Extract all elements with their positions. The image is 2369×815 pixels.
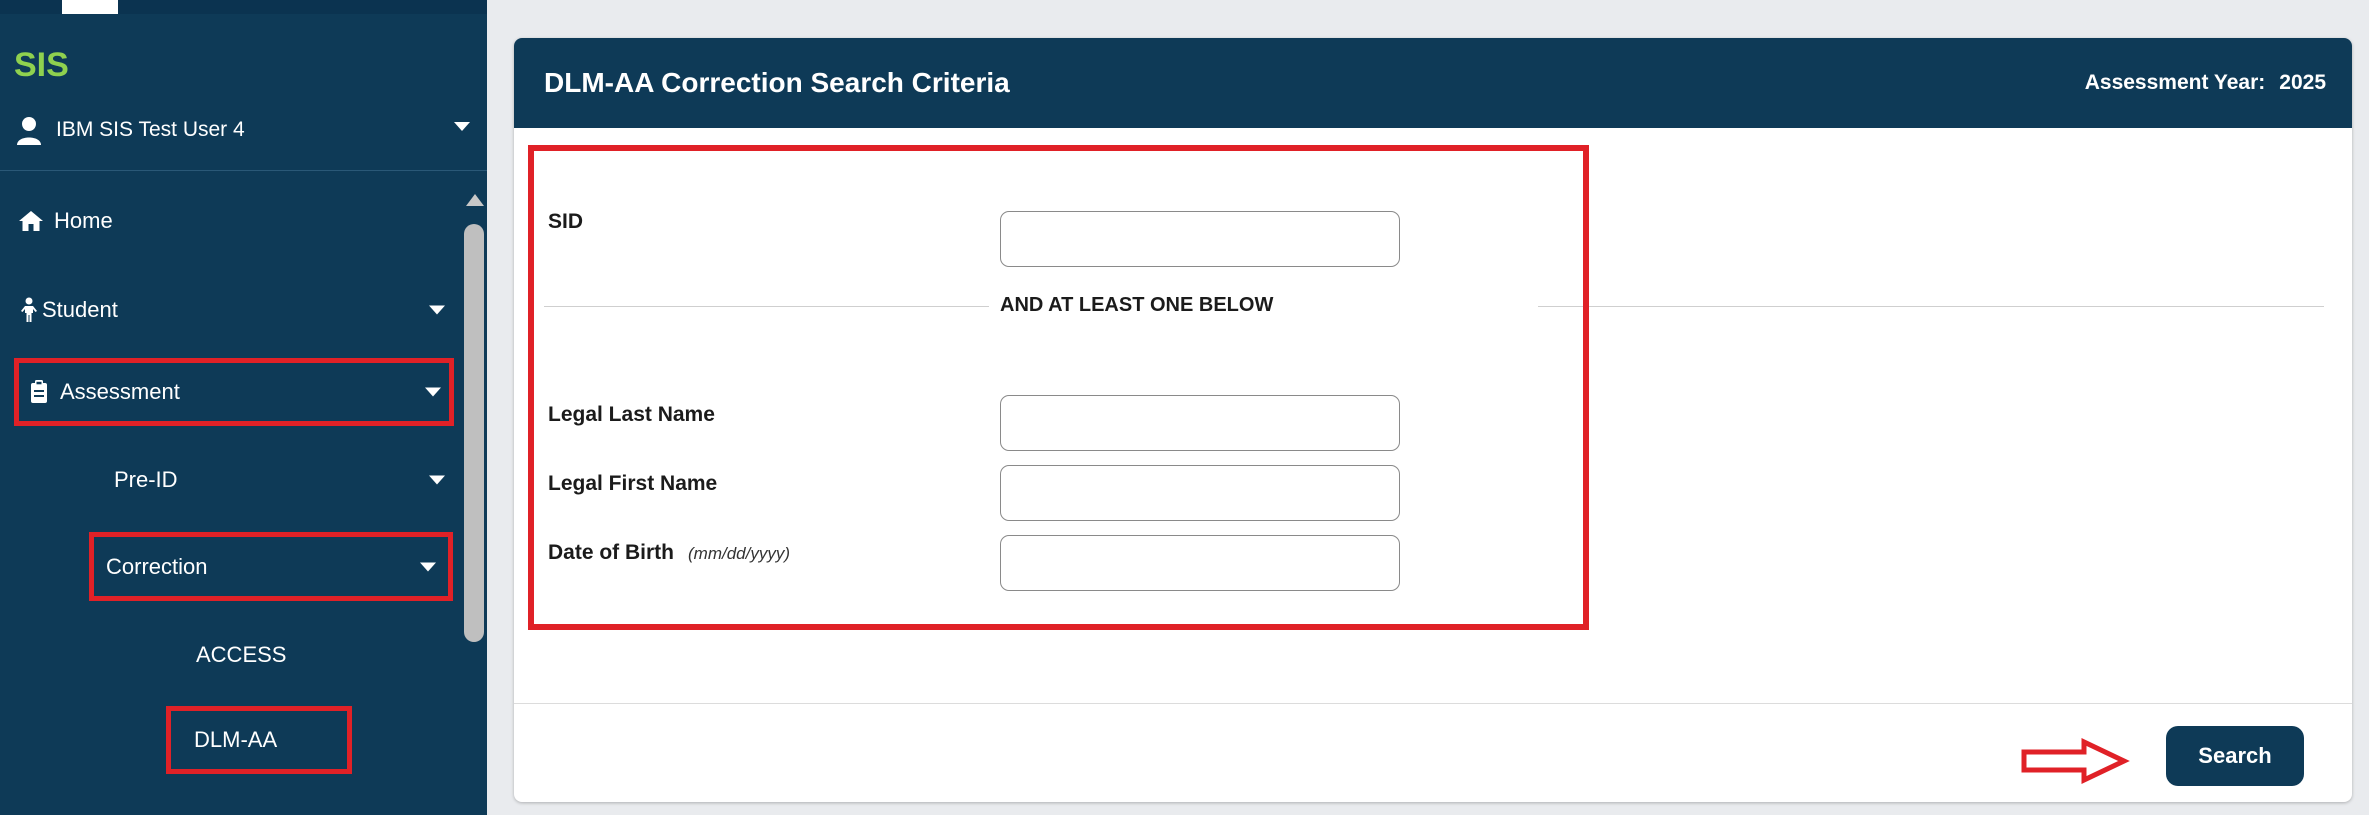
user-icon [17, 117, 41, 145]
page-title: DLM-AA Correction Search Criteria [544, 67, 1010, 98]
sidebar-item-label: DLM-AA [194, 727, 278, 752]
app-title: SIS [14, 46, 69, 84]
sidebar-item-assessment[interactable]: Assessment [14, 358, 454, 426]
chevron-down-icon[interactable] [420, 562, 436, 571]
sidebar-top-strip [0, 0, 487, 14]
arrow-right-icon [2021, 738, 2130, 784]
sidebar-item-label: Pre-ID [114, 467, 178, 492]
clipboard-icon [31, 380, 47, 403]
assessment-year: Assessment Year: 2025 [2085, 71, 2326, 95]
scrollbar-thumb[interactable] [464, 224, 484, 642]
sidebar-item-student[interactable]: Student [14, 279, 454, 341]
chevron-down-icon[interactable] [425, 387, 441, 397]
search-criteria-panel: DLM-AA Correction Search Criteria Assess… [514, 38, 2352, 802]
sidebar-item-access[interactable]: ACCESS [14, 624, 454, 686]
assessment-year-value: 2025 [2279, 71, 2326, 94]
assessment-year-label: Assessment Year: [2084, 71, 2266, 94]
top-tab-indicator [62, 0, 118, 14]
sidebar-item-label: Student [42, 297, 118, 322]
sidebar: SIS IBM SIS Test User 4 Home Student Ass… [0, 0, 487, 815]
sidebar-item-correction[interactable]: Correction [89, 532, 453, 601]
chevron-down-icon[interactable] [454, 122, 470, 131]
sidebar-item-label: Correction [106, 553, 208, 579]
chevron-down-icon[interactable] [429, 305, 445, 315]
sidebar-item-pre-id[interactable]: Pre-ID [14, 449, 454, 511]
sidebar-item-home[interactable]: Home [14, 190, 454, 252]
sidebar-item-label: Assessment [60, 379, 180, 404]
criteria-highlight-box [528, 145, 1589, 630]
sidebar-item-label: ACCESS [196, 642, 287, 667]
home-icon [19, 211, 43, 231]
scroll-up-arrow-icon[interactable] [466, 194, 484, 206]
footer-divider [514, 703, 2352, 704]
user-name: IBM SIS Test User 4 [56, 118, 245, 141]
person-icon [21, 297, 37, 322]
divider-right [1538, 306, 2324, 307]
sidebar-item-dlm-aa[interactable]: DLM-AA [166, 706, 352, 774]
sidebar-item-label: Home [54, 208, 113, 233]
divider [0, 170, 487, 171]
user-menu[interactable]: IBM SIS Test User 4 [14, 112, 474, 152]
sidebar-scrollbar[interactable] [462, 190, 484, 810]
search-button[interactable]: Search [2166, 726, 2304, 786]
chevron-down-icon[interactable] [429, 475, 445, 485]
panel-header: DLM-AA Correction Search Criteria Assess… [514, 38, 2352, 128]
